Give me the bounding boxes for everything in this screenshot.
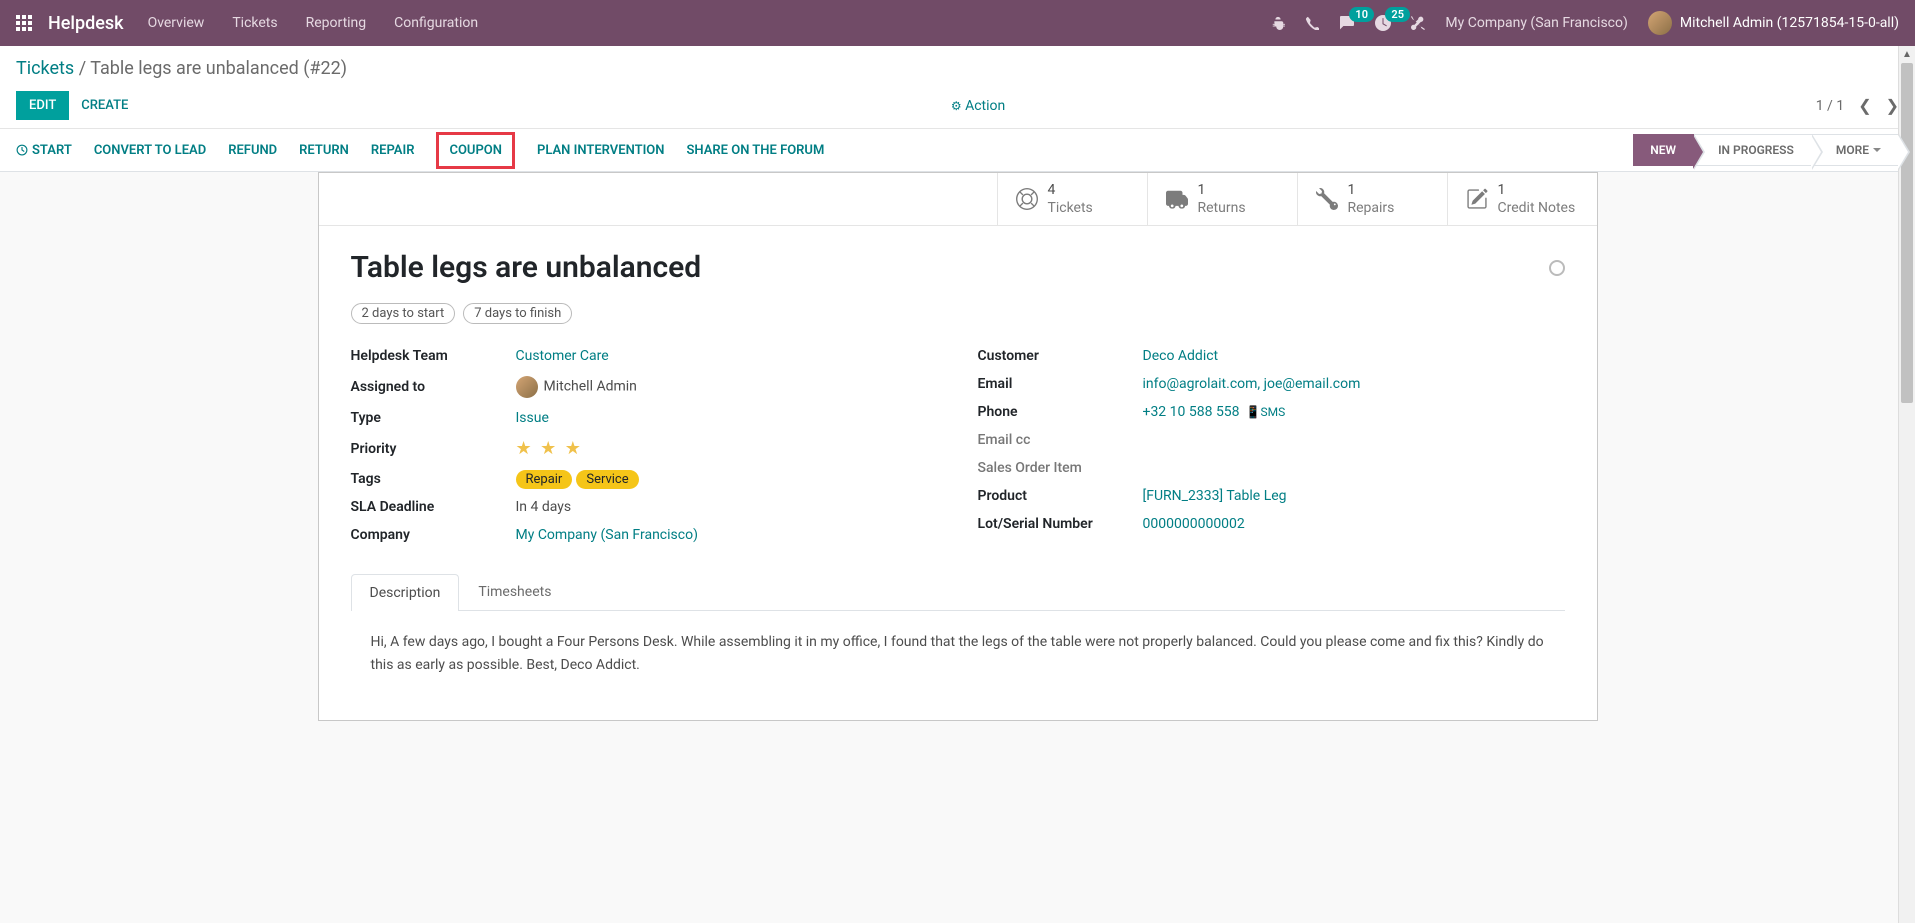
field-company[interactable]: My Company (San Francisco) — [516, 527, 698, 543]
pager: 1 / 1 ❮ ❯ — [1816, 96, 1899, 115]
tools-icon[interactable] — [1411, 16, 1425, 30]
kanban-state-icon[interactable] — [1549, 260, 1565, 276]
label-tags: Tags — [351, 471, 516, 487]
label-company: Company — [351, 527, 516, 543]
company-selector[interactable]: My Company (San Francisco) — [1445, 15, 1627, 31]
label-sla: SLA Deadline — [351, 499, 516, 515]
action-convert-lead[interactable]: CONVERT TO LEAD — [94, 143, 206, 158]
form-sheet: 4Tickets 1Returns 1Repairs 1Credit Notes — [318, 172, 1598, 721]
field-email[interactable]: info@agrolait.com, joe@email.com — [1143, 376, 1361, 392]
nav-overview[interactable]: Overview — [148, 15, 205, 31]
breadcrumb-current: Table legs are unbalanced (#22) — [90, 58, 347, 79]
stat-repairs[interactable]: 1Repairs — [1297, 173, 1447, 225]
bug-icon[interactable] — [1271, 16, 1285, 30]
apps-icon[interactable] — [16, 15, 32, 31]
user-avatar — [1648, 11, 1672, 35]
messages-badge: 10 — [1349, 7, 1374, 22]
scroll-up-icon[interactable]: ▲ — [1899, 46, 1915, 63]
stage-in-progress[interactable]: IN PROGRESS — [1694, 134, 1812, 166]
label-sale-item: Sales Order Item — [978, 460, 1143, 476]
label-customer: Customer — [978, 348, 1143, 364]
tab-description[interactable]: Description — [351, 574, 460, 611]
label-email: Email — [978, 376, 1143, 392]
top-navbar: Helpdesk Overview Tickets Reporting Conf… — [0, 0, 1915, 46]
field-assigned: Mitchell Admin — [544, 379, 637, 395]
field-product[interactable]: [FURN_2333] Table Leg — [1143, 488, 1287, 504]
create-button[interactable]: CREATE — [69, 92, 140, 119]
time-to-finish-badge: 7 days to finish — [463, 303, 572, 324]
wrench-icon — [1316, 188, 1338, 210]
scroll-thumb[interactable] — [1901, 63, 1913, 403]
field-priority[interactable]: ★ ★ ★ — [516, 438, 938, 459]
sms-link[interactable]: 📱SMS — [1246, 405, 1286, 419]
pager-prev[interactable]: ❮ — [1858, 96, 1871, 115]
time-to-start-badge: 2 days to start — [351, 303, 456, 324]
label-team: Helpdesk Team — [351, 348, 516, 364]
label-lot: Lot/Serial Number — [978, 516, 1143, 532]
stat-tickets[interactable]: 4Tickets — [997, 173, 1147, 225]
action-coupon[interactable]: COUPON — [436, 132, 515, 169]
stat-returns[interactable]: 1Returns — [1147, 173, 1297, 225]
nav-tickets[interactable]: Tickets — [232, 15, 277, 31]
gear-icon: ⚙ — [951, 99, 962, 113]
pager-next[interactable]: ❯ — [1886, 96, 1899, 115]
nav-configuration[interactable]: Configuration — [394, 15, 478, 31]
breadcrumb: Tickets / Table legs are unbalanced (#22… — [16, 58, 1899, 79]
field-type[interactable]: Issue — [516, 410, 549, 426]
field-sla: In 4 days — [516, 499, 938, 515]
label-assigned: Assigned to — [351, 379, 516, 395]
action-start[interactable]: START — [16, 143, 72, 158]
activities-badge: 25 — [1385, 7, 1410, 22]
user-menu[interactable]: Mitchell Admin (12571854-15-0-all) — [1648, 11, 1899, 35]
action-plan-intervention[interactable]: PLAN INTERVENTION — [537, 143, 665, 158]
field-customer[interactable]: Deco Addict — [1143, 348, 1219, 364]
app-brand[interactable]: Helpdesk — [48, 13, 124, 34]
label-email-cc: Email cc — [978, 432, 1143, 448]
action-return[interactable]: RETURN — [299, 143, 349, 158]
truck-icon — [1166, 188, 1188, 210]
scrollbar[interactable]: ▲ — [1898, 46, 1915, 923]
stat-credit-notes[interactable]: 1Credit Notes — [1447, 173, 1597, 225]
field-team[interactable]: Customer Care — [516, 348, 609, 364]
label-phone: Phone — [978, 404, 1143, 420]
action-refund[interactable]: REFUND — [228, 143, 277, 158]
activities-icon[interactable]: 25 — [1375, 15, 1391, 31]
control-panel: Tickets / Table legs are unbalanced (#22… — [0, 46, 1915, 128]
label-type: Type — [351, 410, 516, 426]
clock-icon — [16, 144, 28, 156]
nav-reporting[interactable]: Reporting — [306, 15, 367, 31]
chevron-down-icon — [1873, 148, 1881, 152]
stage-more[interactable]: MORE — [1812, 134, 1899, 166]
tag-repair[interactable]: Repair — [516, 470, 573, 489]
stage-selector: NEW IN PROGRESS MORE — [1633, 134, 1899, 166]
lifebuoy-icon — [1016, 188, 1038, 210]
label-product: Product — [978, 488, 1143, 504]
ticket-title: Table legs are unbalanced — [351, 250, 1565, 285]
tab-timesheets[interactable]: Timesheets — [459, 573, 570, 610]
action-repair[interactable]: REPAIR — [371, 143, 415, 158]
phone-icon[interactable] — [1305, 16, 1319, 30]
description-content: Hi, A few days ago, I bought a Four Pers… — [351, 611, 1565, 696]
edit-button[interactable]: EDIT — [16, 91, 69, 120]
messages-icon[interactable]: 10 — [1339, 15, 1355, 31]
status-bar: START CONVERT TO LEAD REFUND RETURN REPA… — [0, 128, 1915, 172]
field-lot[interactable]: 0000000000002 — [1143, 516, 1245, 532]
pencil-square-icon — [1466, 188, 1488, 210]
assignee-avatar — [516, 376, 538, 398]
tag-service[interactable]: Service — [576, 470, 638, 489]
action-share-forum[interactable]: SHARE ON THE FORUM — [686, 143, 824, 158]
user-name: Mitchell Admin (12571854-15-0-all) — [1680, 15, 1899, 31]
label-priority: Priority — [351, 441, 516, 457]
field-phone[interactable]: +32 10 588 558 — [1143, 404, 1240, 420]
action-menu[interactable]: ⚙ Action — [951, 98, 1005, 114]
breadcrumb-root[interactable]: Tickets — [16, 58, 74, 79]
pager-text: 1 / 1 — [1816, 98, 1844, 114]
stage-new[interactable]: NEW — [1633, 134, 1694, 166]
